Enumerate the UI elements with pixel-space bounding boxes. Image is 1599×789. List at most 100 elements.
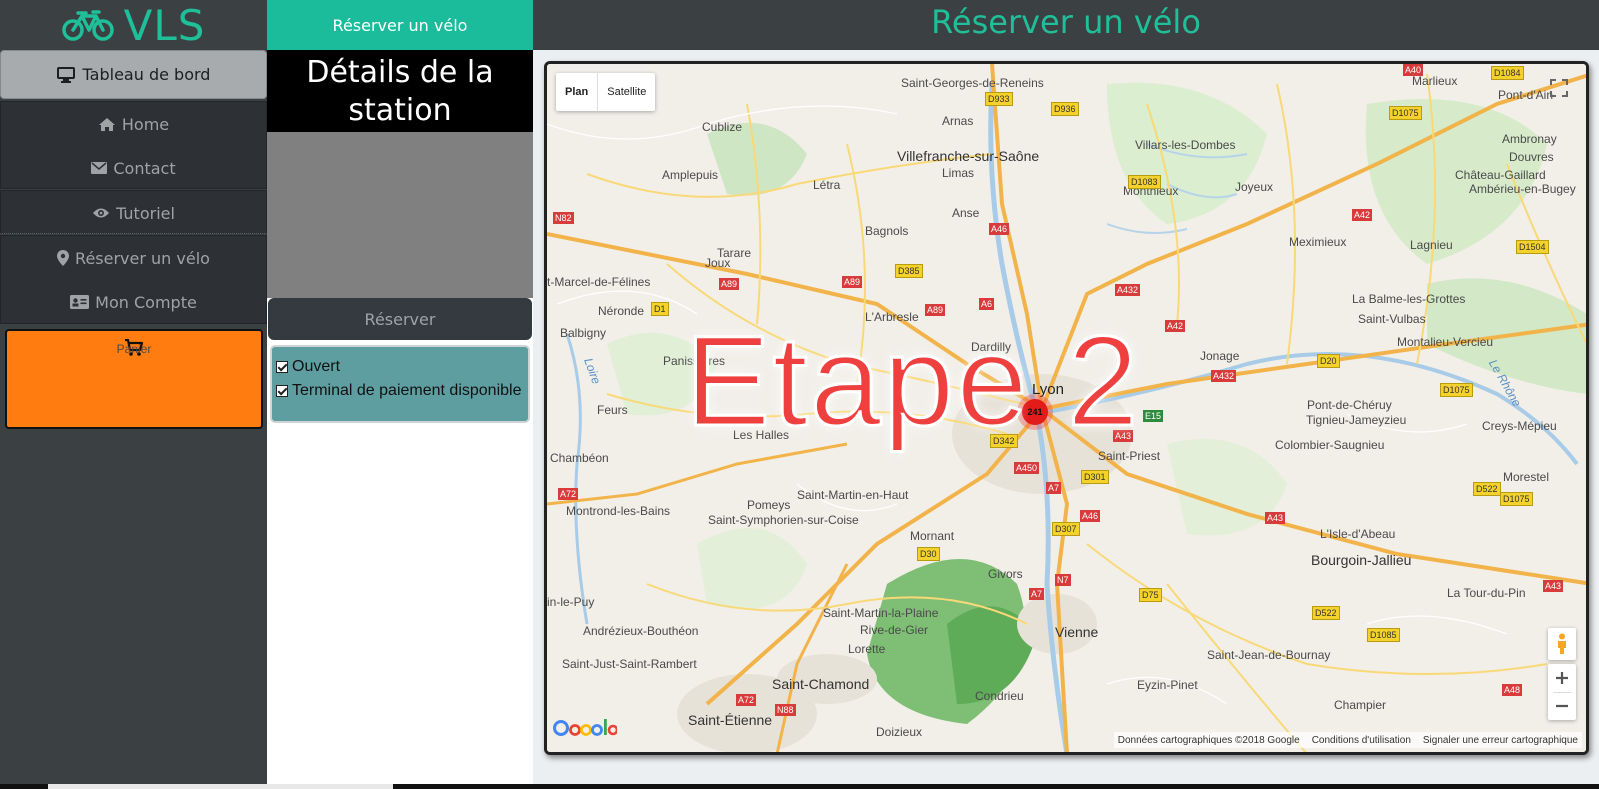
pegman-icon [1558,633,1566,654]
google-map[interactable]: Saint-Georges-de-Reneins Marlieux Pont-d… [544,61,1589,755]
road-shield: A7 [1029,588,1045,600]
report-map-error-link[interactable]: Signaler une erreur cartographique [1423,735,1578,746]
map-label-balbigny: Balbigny [560,326,607,340]
bicycle-icon [61,10,114,41]
road-shield: E15 [1143,410,1164,422]
map-label-doizieux: Doizieux [876,725,923,739]
terms-of-use-link[interactable]: Conditions d'utilisation [1312,735,1411,746]
zoom-in-button[interactable] [1548,664,1576,692]
map-label-ambronay: Ambronay [1502,132,1557,146]
nav-group-main: Home Contact [0,101,267,189]
map-label-joyeux: Joyeux [1235,180,1274,194]
map-type-plan-button[interactable]: Plan [556,73,599,111]
map-label-chambeon: Chambéon [550,451,609,465]
map-label-st-just: Saint-Just-Saint-Rambert [562,657,697,671]
road-shield: D75 [1139,588,1162,602]
status-open: Ouvert [276,355,524,379]
road-shield: A40 [1403,64,1424,76]
home-icon [98,117,115,131]
road-shield: D936 [1051,102,1079,116]
road-shield: D1 [651,302,669,316]
taskbar-strip [0,784,1599,789]
map-label-saint-chamond: Saint-Chamond [772,676,870,692]
map-label-st-martin-la-plaine: Saint-Martin-la-Plaine [823,606,939,620]
map-label-marlieux: Marlieux [1412,74,1458,88]
road-shield: A89 [719,278,740,290]
map-label-saint-georges: Saint-Georges-de-Reneins [901,76,1044,90]
station-status-box: Ouvert Terminal de paiement disponible [270,345,530,423]
map-label-mornant: Mornant [910,529,955,543]
map-label-la-tour-du-pin: La Tour-du-Pin [1447,586,1526,600]
road-shield: D1075 [1440,383,1473,397]
map-label-givors: Givors [988,567,1023,581]
plus-icon [1556,671,1568,684]
map-label-bagnols: Bagnols [865,224,909,238]
road-shield: N88 [775,704,796,716]
map-label-in-le-puy: in-le-Puy [547,595,595,609]
road-shield: A72 [736,694,757,706]
road-shield: D1504 [1516,240,1549,254]
map-label-cublize: Cublize [702,120,743,134]
road-shield: A432 [1115,284,1141,296]
sidebar-item-contact[interactable]: Contact [1,146,266,190]
road-shield: A46 [989,223,1010,235]
fullscreen-button[interactable] [1540,73,1578,103]
street-view-button[interactable] [1548,628,1576,660]
map-label-la-balme: La Balme-les-Grottes [1352,292,1466,306]
map-label-villefranche: Villefranche-sur-Saône [897,148,1040,164]
zoom-control [1548,664,1576,720]
road-shield: A42 [1352,209,1373,221]
road-shield: A48 [1502,684,1523,696]
sidebar: VLS Tableau de bord Home Contact Tutorie… [0,0,267,789]
map-label-l-isle-d-abeau: L'Isle-d'Abeau [1320,527,1396,541]
sidebar-item-label: Tutoriel [116,203,175,223]
station-panel: Réserver un vélo Détails de la station R… [267,0,533,789]
map-label-eyzin-pinet: Eyzin-Pinet [1137,678,1198,692]
map-label-st-martin-en-haut: Saint-Martin-en-Haut [797,488,909,502]
road-shield: D385 [895,264,923,278]
cart-panel[interactable]: Panier [5,329,263,429]
road-shield: D1083 [1128,175,1161,189]
station-details-body [267,132,533,298]
road-shield: A7 [1046,482,1062,494]
sidebar-item-mon-compte[interactable]: Mon Compte [1,280,266,324]
sidebar-item-home[interactable]: Home [1,102,266,146]
map-label-lorette: Lorette [848,642,886,656]
zoom-out-button[interactable] [1548,693,1576,721]
map-type-satellite-button[interactable]: Satellite [598,73,655,111]
google-logo-mark [553,719,619,736]
road-shield: A72 [558,488,579,500]
map-label-condrieu: Condrieu [975,689,1024,703]
road-shield: D301 [1081,470,1109,484]
sidebar-item-tutoriel[interactable]: Tutoriel [1,191,266,235]
checkbox-open[interactable] [276,361,288,373]
map-label-saint-vulbas: Saint-Vulbas [1358,312,1426,326]
tab-reserver-velo[interactable]: Réserver un vélo [267,0,533,50]
reserve-button[interactable]: Réserver [268,298,532,340]
desktop-icon [56,66,75,83]
map-label-feurs: Feurs [597,403,628,417]
map-label-montrond: Montrond-les-Bains [566,504,671,518]
page-title: Réserver un vélo [533,0,1599,50]
road-shield: N82 [553,212,574,224]
map-type-control: Plan Satellite [556,73,656,111]
road-shield: D307 [1052,522,1080,536]
map-label-vienne: Vienne [1055,624,1099,640]
road-shield: D1084 [1491,66,1524,80]
map-label-pomeys: Pomeys [747,498,791,512]
map-label-limas: Limas [942,166,975,180]
station-details-title: Détails de la station [267,50,533,132]
brand[interactable]: VLS [0,0,267,50]
map-label-pont-de-cheruy: Pont-de-Chéruy [1307,398,1392,412]
road-shield: A46 [1080,510,1101,522]
dashboard-button[interactable]: Tableau de bord [0,50,267,99]
map-label-colombier: Colombier-Saugnieu [1275,438,1385,452]
status-payment-terminal: Terminal de paiement disponible [276,379,524,403]
map-label-chateau-gaillard: Château-Gaillard [1455,168,1546,182]
fullscreen-icon [1550,79,1568,97]
sidebar-item-reserver[interactable]: Réserver un vélo [1,236,266,280]
map-label-anse: Anse [952,206,980,220]
checkbox-payment-terminal[interactable] [276,385,288,397]
minus-icon [1556,705,1568,708]
map-label-rive-de-gier: Rive-de-Gier [860,623,929,637]
